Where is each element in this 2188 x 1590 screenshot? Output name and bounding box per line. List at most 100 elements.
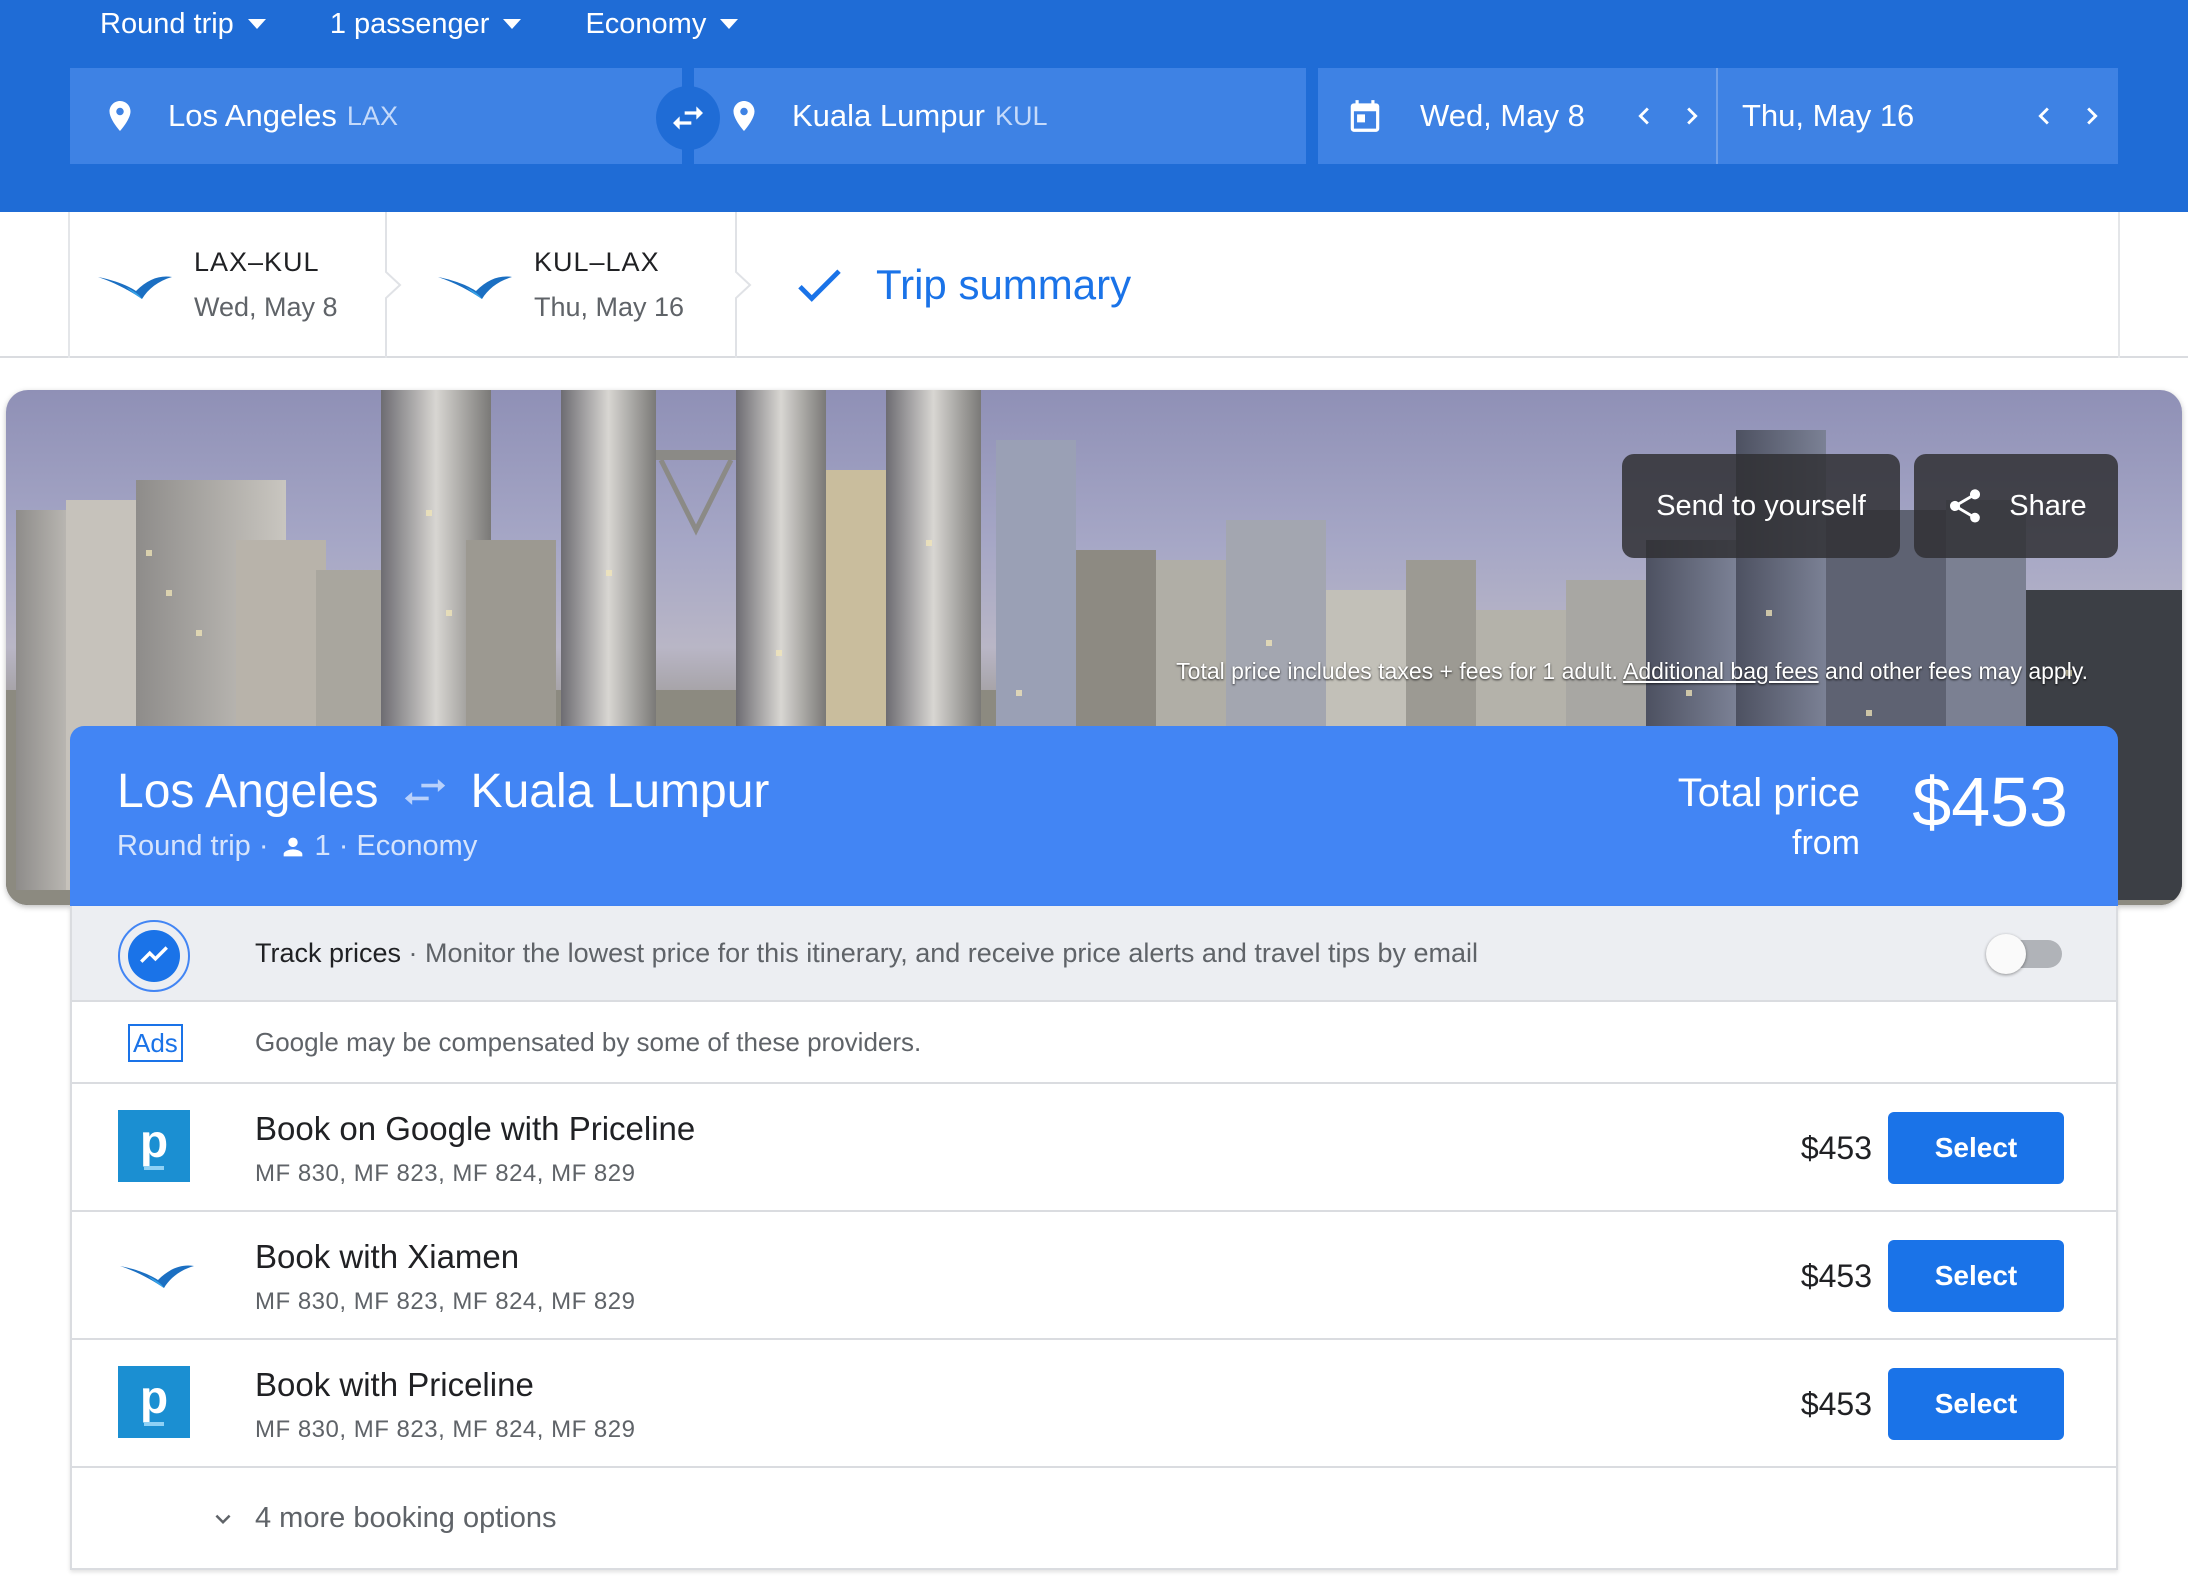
track-prices-toggle[interactable] — [1986, 934, 2062, 974]
more-booking-options-label: 4 more booking options — [255, 1501, 557, 1534]
person-icon — [283, 837, 302, 856]
tab-route: LAX–KUL — [194, 247, 320, 277]
total-price-amount: $453 — [1912, 763, 2068, 841]
depart-date: Wed, May 8 — [1420, 98, 1585, 133]
origin-city: Los Angeles — [168, 98, 337, 133]
track-prices-icon — [118, 920, 190, 992]
return-date: Thu, May 16 — [1742, 98, 1915, 133]
destination-code: KUL — [995, 100, 1048, 131]
booking-option-row: Book with Xiamen MF 830, MF 823, MF 824,… — [72, 1212, 2116, 1340]
priceline-logo-icon: p — [118, 1110, 190, 1182]
caret-down-icon — [503, 19, 522, 29]
return-date-field[interactable]: Thu, May 16 — [1716, 68, 2116, 164]
separator: · — [330, 830, 357, 862]
chevron-right-icon — [2087, 107, 2098, 125]
location-pin-icon — [733, 101, 755, 131]
booking-provider-name: Book on Google with Priceline — [255, 1110, 696, 1147]
chevron-left-icon — [1638, 107, 1649, 125]
flight-numbers: MF 830, MF 823, MF 824, MF 829 — [255, 1288, 636, 1315]
round-trip-arrows-icon — [404, 778, 445, 805]
separator: · — [408, 937, 426, 968]
xiamen-airlines-logo-icon — [438, 276, 512, 299]
tab-outbound-flight[interactable]: LAX–KUL Wed, May 8 — [96, 212, 338, 358]
step-separator-icon — [385, 212, 402, 358]
booking-option-row: p Book with Priceline MF 830, MF 823, MF… — [72, 1340, 2116, 1468]
swap-locations-button[interactable] — [656, 86, 720, 150]
search-options: Round trip 1 passenger Economy — [100, 0, 802, 48]
ads-badge: Ads — [128, 1024, 183, 1062]
from-text: from — [1792, 824, 1860, 862]
total-price-text: Total price — [1677, 771, 1860, 815]
depart-date-field[interactable]: Wed, May 8 — [1318, 68, 1716, 164]
ads-disclosure-row: Ads Google may be compensated by some of… — [72, 1002, 2116, 1084]
return-next-day-button[interactable] — [2068, 92, 2116, 140]
booking-price: $453 — [1800, 1258, 1872, 1294]
destination-field[interactable]: Kuala Lumpur KUL — [694, 68, 1306, 164]
caret-down-icon — [720, 19, 739, 29]
divider — [68, 212, 70, 358]
booking-provider-name: Book with Xiamen — [255, 1238, 520, 1275]
separator: · — [250, 830, 269, 862]
flight-numbers: MF 830, MF 823, MF 824, MF 829 — [255, 1160, 636, 1187]
dates-field: Wed, May 8 Thu, May 16 — [1318, 68, 2118, 164]
trip-type-dropdown[interactable]: Round trip — [100, 8, 266, 41]
chevron-left-icon — [2038, 107, 2049, 125]
tab-return-flight[interactable]: KUL–LAX Thu, May 16 — [436, 212, 684, 358]
share-button[interactable]: Share — [1914, 454, 2118, 558]
passengers-label: 1 passenger — [329, 7, 490, 40]
card-passengers: 1 — [314, 830, 331, 862]
card-destination: Kuala Lumpur — [470, 765, 770, 818]
toggle-knob — [1986, 934, 2026, 974]
card-cabin: Economy — [356, 830, 478, 862]
xiamen-airlines-logo-icon — [120, 1265, 194, 1288]
trip-type-label: Round trip — [100, 7, 234, 40]
total-price-label: Total price from — [1678, 768, 1860, 868]
return-prev-day-button[interactable] — [2020, 92, 2068, 140]
booking-price: $453 — [1800, 1386, 1872, 1422]
tab-route: KUL–LAX — [534, 247, 660, 277]
select-button[interactable]: Select — [1888, 1112, 2064, 1184]
swap-arrows-icon — [673, 106, 703, 130]
bag-fees-link[interactable]: Additional bag fees — [1623, 658, 1819, 684]
tab-date: Wed, May 8 — [194, 292, 338, 322]
booking-options-list: Track prices · Monitor the lowest price … — [70, 906, 2118, 1570]
select-button[interactable]: Select — [1888, 1240, 2064, 1312]
cabin-class-label: Economy — [585, 7, 707, 40]
origin-field[interactable]: Los Angeles LAX — [70, 68, 682, 164]
track-prices-row: Track prices · Monitor the lowest price … — [72, 906, 2116, 1002]
booking-price: $453 — [1800, 1130, 1872, 1166]
booking-provider-name: Book with Priceline — [255, 1366, 534, 1403]
chevron-down-icon — [215, 1514, 231, 1524]
chevron-right-icon — [1687, 107, 1698, 125]
track-prices-description: Monitor the lowest price for this itiner… — [425, 937, 1478, 968]
divider — [2118, 212, 2120, 358]
priceline-logo-icon: p — [118, 1366, 190, 1438]
origin-code: LAX — [346, 100, 398, 131]
ads-disclosure-text: Google may be compensated by some of the… — [255, 1026, 922, 1057]
depart-next-day-button[interactable] — [1668, 92, 1716, 140]
trip-summary-label: Trip summary — [876, 261, 1132, 308]
calendar-icon — [1350, 100, 1380, 132]
booking-option-row: p Book on Google with Priceline MF 830, … — [72, 1084, 2116, 1212]
tab-trip-summary[interactable]: Trip summary — [790, 212, 1131, 358]
share-label: Share — [2009, 489, 2087, 522]
cabin-class-dropdown[interactable]: Economy — [585, 7, 739, 41]
price-summary-card: Los Angeles Kuala Lumpur Round trip · 1 … — [70, 726, 2118, 906]
disclaimer-text: Total price includes taxes + fees for 1 … — [1176, 658, 1618, 684]
send-to-yourself-button[interactable]: Send to yourself — [1622, 454, 1900, 558]
depart-prev-day-button[interactable] — [1620, 92, 1668, 140]
tab-date: Thu, May 16 — [534, 292, 685, 322]
track-prices-text: Track prices · Monitor the lowest price … — [255, 938, 1478, 969]
trip-details: Round trip · 1 · Economy — [117, 830, 477, 863]
track-prices-title: Track prices — [255, 937, 402, 968]
search-header: Round trip 1 passenger Economy Los Angel… — [0, 0, 2188, 212]
passengers-dropdown[interactable]: 1 passenger — [330, 8, 522, 41]
share-icon — [1950, 489, 1981, 523]
card-trip-type: Round trip — [117, 830, 251, 862]
send-to-yourself-label: Send to yourself — [1656, 489, 1866, 522]
select-button[interactable]: Select — [1888, 1368, 2064, 1440]
location-pin-icon — [109, 101, 131, 131]
more-booking-options-button[interactable]: 4 more booking options — [72, 1468, 2116, 1568]
disclaimer-text-end: and other fees may apply. — [1825, 658, 2088, 684]
caret-down-icon — [247, 19, 266, 29]
